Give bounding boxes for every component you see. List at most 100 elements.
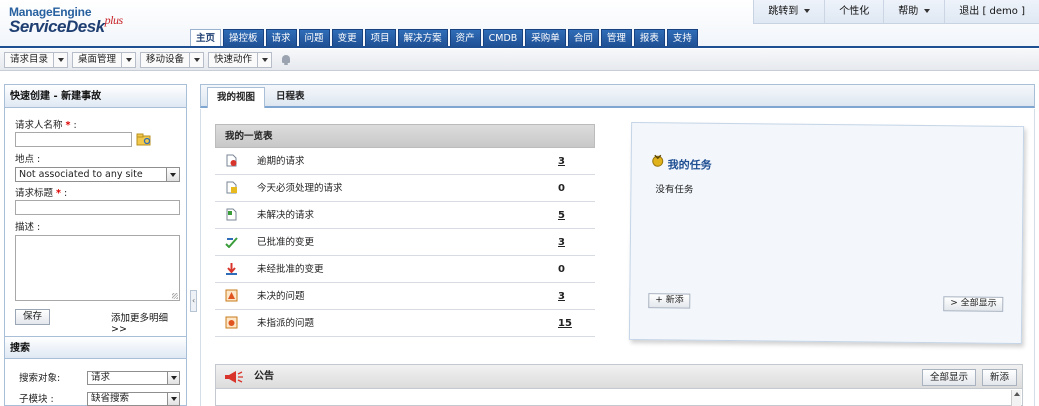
approved-change-icon bbox=[225, 237, 238, 248]
chevron-down-icon[interactable] bbox=[257, 52, 271, 67]
mobile-devices-button[interactable]: 移动设备 bbox=[140, 51, 205, 68]
search-module-label: 子模块 : bbox=[19, 394, 54, 405]
top-link-personalize[interactable]: 个性化 bbox=[824, 0, 883, 23]
content-tab-bar: 我的视图 日程表 bbox=[200, 84, 1035, 108]
summary-count-link[interactable]: 3 bbox=[558, 283, 565, 310]
tab-requests[interactable]: 请求 bbox=[265, 29, 297, 47]
summary-label: 未经批准的变更 bbox=[257, 264, 324, 275]
list-item: 未经批准的变更 0 bbox=[215, 256, 595, 283]
add-more-details-link[interactable]: 添加更多明细 >> bbox=[111, 310, 186, 335]
tab-purchase[interactable]: 采购单 bbox=[525, 29, 566, 47]
summary-label: 已批准的变更 bbox=[257, 237, 315, 248]
tab-projects[interactable]: 项目 bbox=[364, 29, 396, 47]
show-all-announcements-button[interactable]: 全部显示 bbox=[921, 369, 976, 386]
top-link-logout[interactable]: 退出 [ demo ] bbox=[944, 0, 1039, 23]
search-title: 搜索 bbox=[5, 336, 186, 359]
nav-underline bbox=[0, 46, 1039, 48]
my-summary-title: 我的一览表 bbox=[215, 124, 595, 148]
summary-label: 未决的问题 bbox=[257, 291, 305, 302]
summary-label: 今天必须处理的请求 bbox=[257, 183, 343, 194]
save-button[interactable]: 保存 bbox=[15, 309, 51, 325]
tab-support[interactable]: 支持 bbox=[666, 29, 698, 47]
add-task-button[interactable]: + 新添 bbox=[648, 293, 691, 309]
no-tasks-text: 没有任务 bbox=[655, 184, 694, 196]
due-today-request-icon bbox=[226, 181, 237, 194]
chevron-down-icon[interactable] bbox=[121, 52, 135, 67]
summary-label: 未指派的问题 bbox=[257, 318, 315, 329]
top-link-help[interactable]: 帮助 bbox=[883, 0, 944, 23]
chevron-down-icon[interactable] bbox=[189, 52, 203, 67]
summary-count-link[interactable]: 15 bbox=[558, 310, 572, 337]
logo-product-line: ServiceDeskplus bbox=[9, 13, 123, 36]
summary-count: 0 bbox=[558, 264, 565, 275]
announcements-header: 公告 全部显示 新添 bbox=[216, 365, 1022, 389]
top-link-jump-to[interactable]: 跳转到 bbox=[754, 0, 824, 23]
bell-icon[interactable] bbox=[280, 54, 292, 66]
requester-input[interactable] bbox=[15, 132, 132, 147]
resize-grip-icon[interactable] bbox=[172, 293, 178, 299]
site-label: 地点 : bbox=[15, 154, 41, 165]
requester-label: 请求人名称 * : bbox=[15, 120, 77, 131]
toolbar: 请求目录 桌面管理 移动设备 快速动作 bbox=[0, 49, 1039, 71]
summary-count: 0 bbox=[558, 183, 565, 194]
search-module-select[interactable]: 缺省搜索 bbox=[87, 392, 180, 406]
tab-changes[interactable]: 变更 bbox=[331, 29, 363, 47]
description-label: 描述 : bbox=[15, 222, 41, 233]
desktop-management-button[interactable]: 桌面管理 bbox=[72, 51, 137, 68]
scroll-up-icon[interactable] bbox=[1014, 392, 1020, 396]
search-target-select[interactable]: 请求 bbox=[87, 371, 180, 385]
show-all-tasks-button[interactable]: > 全部显示 bbox=[943, 296, 1004, 312]
tab-dashboard[interactable]: 操控板 bbox=[223, 29, 264, 47]
tab-my-view[interactable]: 我的视图 bbox=[207, 87, 266, 108]
summary-label: 逾期的请求 bbox=[257, 156, 305, 167]
overdue-request-icon bbox=[226, 154, 237, 167]
tasks-icon bbox=[652, 154, 664, 167]
top-links-bar: 跳转到 个性化 帮助 退出 [ demo ] bbox=[753, 0, 1039, 24]
announcements-title: 公告 bbox=[254, 371, 274, 382]
site-select[interactable]: Not associated to any site bbox=[15, 167, 180, 182]
summary-label: 未解决的请求 bbox=[257, 210, 315, 221]
unapproved-change-icon bbox=[226, 263, 237, 275]
tab-scheduler[interactable]: 日程表 bbox=[267, 87, 314, 107]
chevron-down-icon bbox=[166, 168, 179, 181]
open-problem-icon bbox=[225, 289, 238, 302]
add-announcement-button[interactable]: 新添 bbox=[981, 369, 1017, 386]
subject-label: 请求标题 * : bbox=[15, 188, 68, 199]
list-item: 未决的问题 3 bbox=[215, 283, 595, 310]
folder-lookup-icon[interactable] bbox=[136, 132, 152, 146]
tab-contracts[interactable]: 合同 bbox=[567, 29, 599, 47]
tab-cmdb[interactable]: CMDB bbox=[482, 29, 524, 47]
announcements-widget: 公告 全部显示 新添 bbox=[215, 364, 1023, 406]
my-summary-widget: 我的一览表 逾期的请求 3 今天必须处理的请求 0 未解决的请求 5 已批准的变… bbox=[215, 124, 595, 337]
list-item: 逾期的请求 3 bbox=[215, 148, 595, 175]
chevron-down-icon[interactable] bbox=[53, 52, 67, 67]
tab-reports[interactable]: 报表 bbox=[633, 29, 665, 47]
collapse-panel-handle[interactable]: ‹ bbox=[190, 290, 197, 312]
tab-problems[interactable]: 问题 bbox=[298, 29, 330, 47]
summary-count-link[interactable]: 3 bbox=[558, 229, 565, 256]
summary-count-link[interactable]: 3 bbox=[558, 148, 565, 175]
collapse-arrow-icon: ‹ bbox=[192, 296, 196, 305]
description-textarea[interactable] bbox=[15, 235, 180, 301]
chevron-down-icon bbox=[167, 372, 179, 384]
app-header: ManageEngine ServiceDeskplus 跳转到 个性化 帮助 … bbox=[0, 0, 1039, 48]
tab-home[interactable]: 主页 bbox=[190, 29, 222, 47]
manageengine-logo[interactable]: ManageEngine ServiceDeskplus bbox=[9, 5, 123, 37]
pending-request-icon bbox=[226, 208, 237, 221]
request-catalog-button[interactable]: 请求目录 bbox=[4, 51, 69, 68]
tab-solutions[interactable]: 解决方案 bbox=[397, 29, 448, 47]
chevron-down-icon bbox=[167, 393, 179, 405]
announcements-scrollbar[interactable] bbox=[1011, 390, 1021, 406]
search-target-label: 搜索对象: bbox=[19, 373, 61, 384]
unassigned-problem-icon bbox=[225, 316, 238, 329]
summary-count-link[interactable]: 5 bbox=[558, 202, 565, 229]
tab-admin[interactable]: 管理 bbox=[600, 29, 632, 47]
megaphone-icon bbox=[225, 371, 243, 383]
chevron-down-icon bbox=[804, 9, 811, 13]
quick-actions-button[interactable]: 快速动作 bbox=[208, 51, 273, 68]
tab-assets[interactable]: 资产 bbox=[449, 29, 481, 47]
list-item: 已批准的变更 3 bbox=[215, 229, 595, 256]
subject-input[interactable] bbox=[15, 200, 180, 215]
quick-create-title: 快速创建 - 新建事故 bbox=[5, 85, 186, 108]
my-tasks-title: 我的任务 bbox=[667, 158, 712, 172]
